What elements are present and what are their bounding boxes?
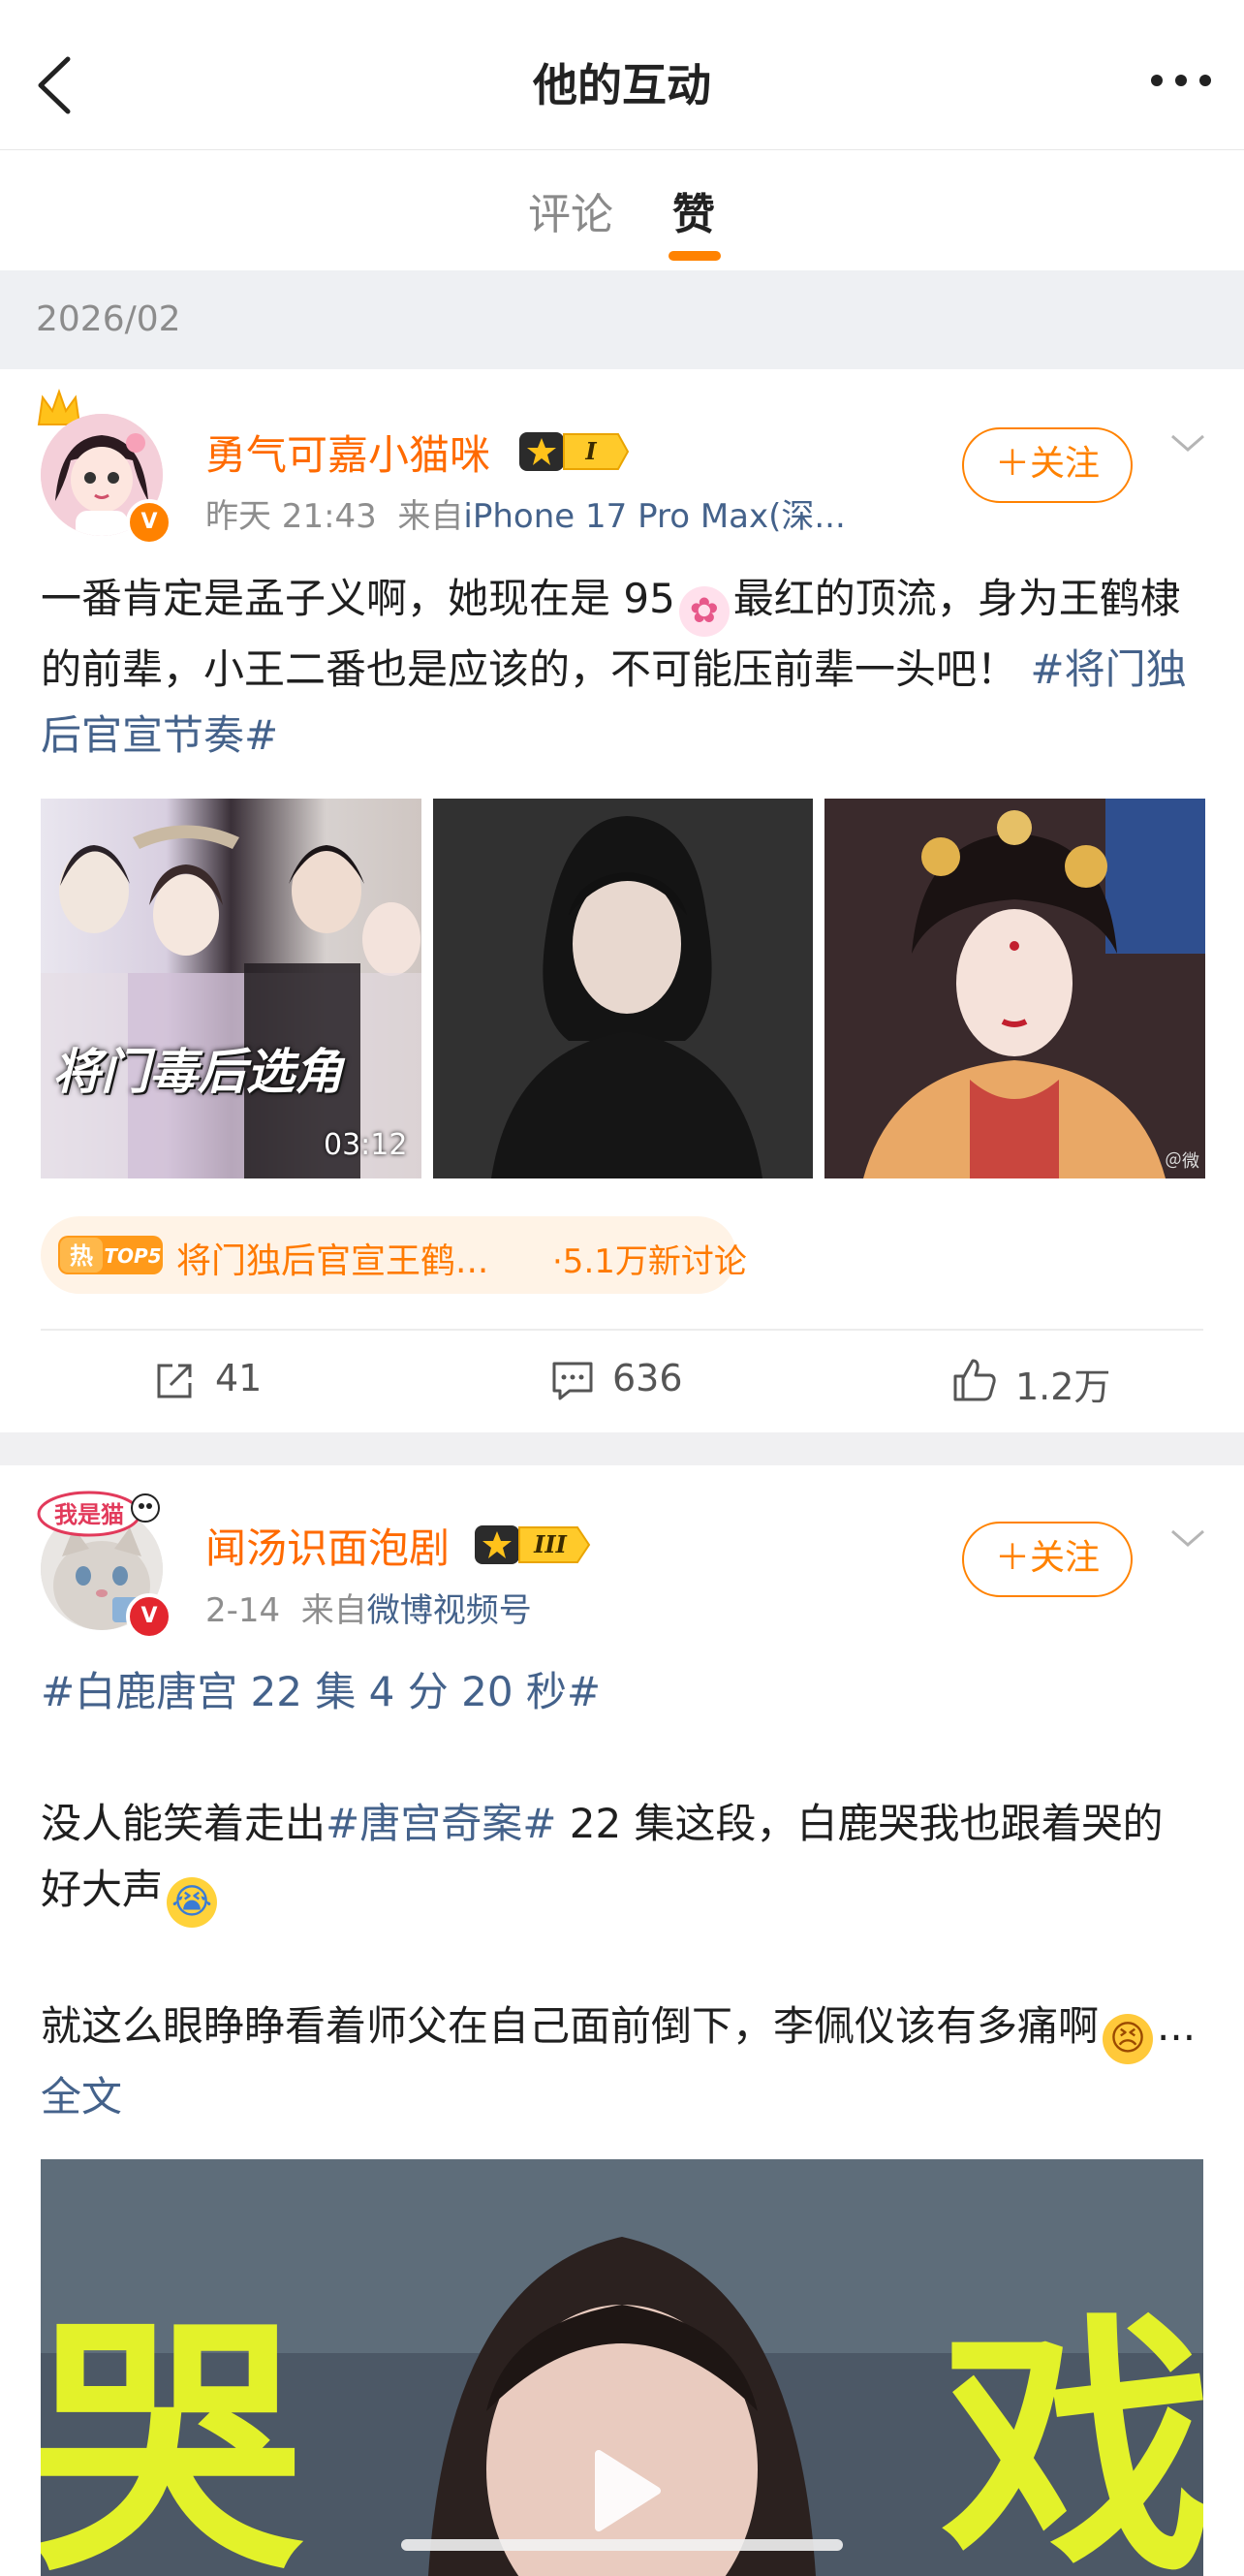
svg-text:热: 热 — [70, 1242, 93, 1270]
avatar-sticker: 我是猫 — [37, 1491, 160, 1537]
tab-comments[interactable]: 评论 — [528, 179, 613, 241]
image-thumbnail[interactable] — [433, 799, 813, 1178]
post-time: 2-14 — [205, 1591, 281, 1630]
member-level-badge: III — [475, 1525, 591, 1564]
hot-topic-bar[interactable]: 热 TOP5 将门独后官宣王鹤... ·5.1万新讨论 — [41, 1216, 747, 1294]
video-player[interactable]: 哭 戏 — [41, 2159, 1203, 2576]
like-count: 1.2万 — [1015, 1366, 1111, 1408]
active-tab-indicator — [669, 251, 721, 261]
level-text: III — [533, 1530, 567, 1558]
repost-count: 41 — [215, 1357, 263, 1399]
like-icon — [953, 1359, 996, 1401]
date-group-label: 2026/02 — [36, 299, 181, 339]
date-group-header: 2026/02 — [0, 270, 1244, 369]
hashtag-link[interactable]: #白鹿唐宫 22 集 4 分 20 秒# — [41, 1659, 1203, 1725]
page-title: 他的互动 — [533, 59, 711, 111]
verified-icon: V — [126, 499, 172, 546]
full-text-link[interactable]: 全文 — [41, 2073, 122, 2120]
hot-topic-count: ·5.1万新讨论 — [552, 1242, 747, 1281]
post-source: 微博视频号 — [366, 1591, 532, 1630]
username[interactable]: 勇气可嘉小猫咪 — [205, 423, 490, 482]
home-indicator — [401, 2539, 843, 2551]
post-text: #白鹿唐宫 22 集 4 分 20 秒# 没人能笑着走出#唐宫奇案# 22 集这… — [41, 1659, 1203, 2130]
repost-icon — [157, 1364, 192, 1398]
thumbnail-caption: 将门毒后选角 — [52, 1044, 343, 1100]
source-prefix: 来自 — [397, 497, 464, 536]
hot-icon: 热 TOP5 — [58, 1236, 163, 1274]
hot-topic-title: 将门独后官宣王鹤... — [176, 1241, 489, 1281]
post-text: 一番肯定是孟子义啊，她现在是 95 ✿ 最红的顶流，身为王鹤棣的前辈，小王二番也是应… — [41, 575, 1187, 759]
post-separator — [0, 1432, 1244, 1465]
username[interactable]: 闻汤识面泡剧 — [205, 1516, 450, 1575]
video-duration: 03:12 — [324, 1128, 408, 1162]
chevron-down-icon[interactable] — [1168, 430, 1207, 456]
sad-face-icon: 😣 — [1103, 2014, 1154, 2064]
tab-bar: 评论 赞 — [0, 150, 1244, 270]
post-source: iPhone 17 Pro Max(深... — [463, 497, 846, 536]
hashtag-link[interactable]: #唐宫奇案# — [326, 1800, 556, 1847]
video-overlay-text: 戏 — [942, 2292, 1203, 2576]
play-icon[interactable] — [589, 2448, 663, 2533]
top-bar: 他的互动 — [0, 0, 1244, 150]
crying-face-icon: 😭 — [167, 1877, 218, 1928]
comment-icon — [552, 1362, 593, 1400]
divider — [41, 1329, 1203, 1331]
svg-text:我是猫: 我是猫 — [54, 1501, 124, 1528]
tab-likes[interactable]: 赞 — [672, 179, 715, 241]
post-time: 昨天 21:43 — [205, 497, 377, 536]
image-watermark: ＠微 — [1165, 1151, 1199, 1172]
follow-button[interactable]: ＋关注 — [962, 427, 1133, 503]
chevron-down-icon[interactable] — [1168, 1525, 1207, 1551]
verified-icon: V — [126, 1593, 172, 1640]
follow-button[interactable]: ＋关注 — [962, 1522, 1133, 1597]
source-prefix: 来自 — [300, 1591, 367, 1630]
post-meta: 昨天 21:43 来自iPhone 17 Pro Max(深... — [205, 489, 846, 537]
cherry-blossom-icon: ✿ — [678, 586, 730, 637]
svg-text:TOP5: TOP5 — [104, 1244, 161, 1268]
more-icon[interactable] — [1147, 66, 1215, 95]
video-overlay-text: 哭 — [41, 2292, 302, 2576]
member-level-badge: I — [519, 432, 630, 471]
video-thumbnail[interactable]: 将门毒后选角 03:12 — [41, 799, 421, 1178]
image-thumbnail[interactable]: ＠微 — [824, 799, 1205, 1178]
level-text: I — [584, 437, 597, 465]
post-meta: 2-14 来自微博视频号 — [205, 1584, 532, 1631]
comment-count: 636 — [612, 1357, 683, 1399]
